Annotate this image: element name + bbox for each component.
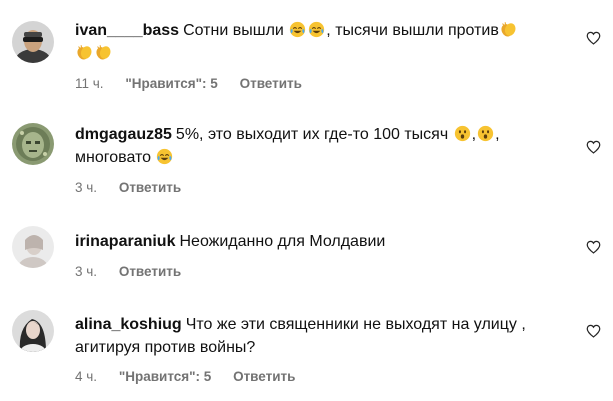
heart-icon[interactable] [586, 31, 601, 45]
comment-timestamp[interactable]: 11 ч. [75, 76, 104, 91]
comment-text-part: 5%, это выходит их где-то 100 тысяч [175, 126, 449, 143]
likes-count[interactable]: "Нравится": 5 [125, 76, 217, 91]
comment-text-part: Сотни вышли [183, 22, 284, 39]
comment-username[interactable]: irinaparaniuk [75, 233, 175, 250]
comment-text-part: , тысячи вышли против [326, 22, 499, 39]
heart-icon[interactable] [586, 240, 601, 254]
comment-text: dmgagauz85 5%, это выходит их где-то 100 … [75, 125, 500, 166]
comment-meta: 4 ч. "Нравится": 5 Ответить [75, 369, 295, 384]
laughing-crying-emoji [309, 21, 325, 38]
laughing-crying-emoji [157, 148, 173, 165]
comment-text: ivan____bass Сотни вышли , тысячи вышли п… [75, 19, 560, 65]
avatar[interactable] [12, 21, 54, 63]
comment-text: irinaparaniuk Неожиданно для Молдавии [75, 230, 560, 253]
astonished-face-emoji [454, 125, 470, 142]
comment-text-part: Что же эти священники не выходят на улиц… [185, 316, 526, 333]
heart-icon[interactable] [586, 140, 601, 154]
comment-text-part: многовато [75, 149, 152, 166]
clapping-hands-emoji [77, 45, 92, 60]
avatar[interactable] [12, 123, 54, 165]
comment-text: alina_koshiug Что же эти священники не вы… [75, 313, 560, 359]
reply-button[interactable]: Ответить [240, 76, 302, 91]
avatar[interactable] [12, 310, 54, 352]
comment-meta: 3 ч. Ответить [75, 180, 181, 195]
heart-icon[interactable] [586, 324, 601, 338]
comment-timestamp[interactable]: 3 ч. [75, 264, 97, 279]
comment-timestamp[interactable]: 3 ч. [75, 180, 97, 195]
clapping-hands-emoji [96, 45, 111, 60]
reply-button[interactable]: Ответить [119, 264, 181, 279]
likes-count[interactable]: "Нравится": 5 [119, 369, 211, 384]
comment-text-part: , [471, 126, 477, 143]
comment-text-part: агитируя против войны? [75, 339, 256, 356]
comment-username[interactable]: alina_koshiug [75, 316, 182, 333]
comment-username[interactable]: ivan____bass [75, 22, 179, 39]
clapping-hands-emoji [501, 22, 516, 37]
avatar[interactable] [12, 226, 54, 268]
reply-button[interactable]: Ответить [119, 180, 181, 195]
comment-text-part: Неожиданно для Молдавии [179, 233, 386, 250]
comment-meta: 11 ч. "Нравится": 5 Ответить [75, 76, 302, 91]
astonished-face-emoji [477, 125, 494, 142]
comment-username[interactable]: dmgagauz85 [75, 126, 172, 143]
reply-button[interactable]: Ответить [233, 369, 295, 384]
comment-timestamp[interactable]: 4 ч. [75, 369, 97, 384]
comment-meta: 3 ч. Ответить [75, 264, 181, 279]
laughing-crying-emoji [290, 21, 306, 38]
